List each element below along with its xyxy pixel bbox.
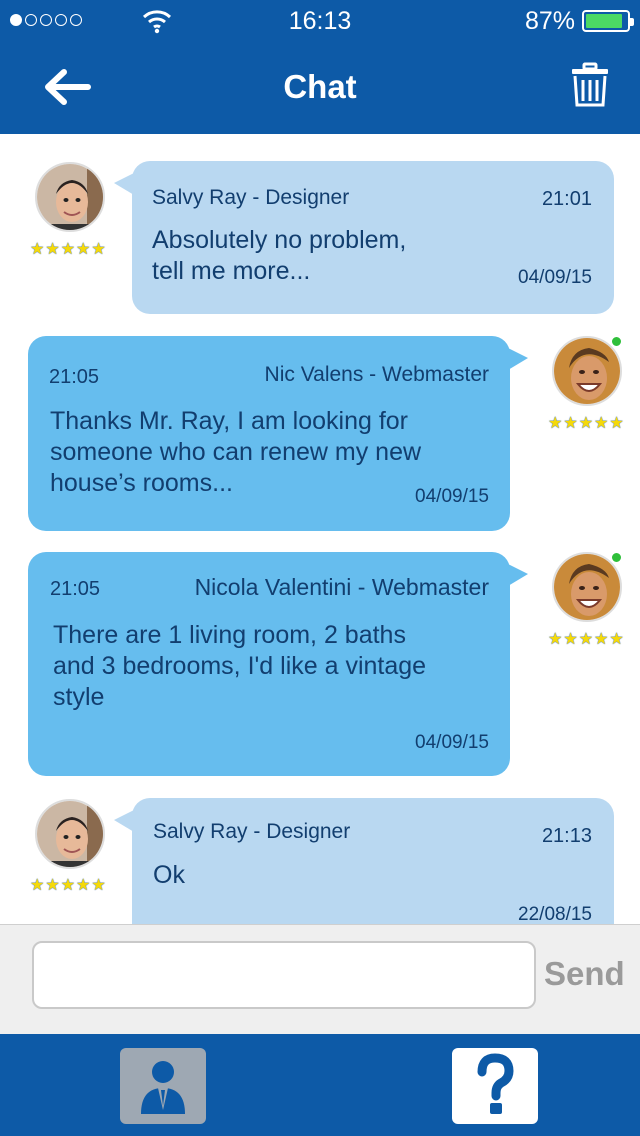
page-title: Chat [283,68,357,105]
avatar[interactable] [35,799,105,869]
trash-icon[interactable] [570,62,610,108]
message-time: 21:13 [541,825,592,847]
rating-stars: ★ ★ ★ ★ ★ [548,415,624,432]
chat-list[interactable]: ★ ★ ★ ★ ★ Salvy Ray - Designer 21:01 Absolut… [0,134,640,924]
rating-stars: ★ ★ ★ ★ ★ [30,241,106,258]
rating-stars: ★ ★ ★ ★ ★ [548,631,624,648]
message-bubble[interactable]: 21:05 Nicola Valentini - Webmaster There… [28,552,528,776]
bottom-tab-bar [0,1034,640,1136]
chat-message: ★ ★ ★ ★ ★ Salvy Ray - Designer 21:13 Ok 22/0… [0,794,640,924]
help-tab-button[interactable] [452,1048,538,1124]
message-time: 21:01 [541,188,592,210]
status-bar: 16:13 87% [0,0,640,40]
message-bubble[interactable]: 21:05 Nic Valens - Webmaster Thanks Mr. … [28,336,528,531]
chat-message: ★ ★ ★ ★ ★ Salvy Ray - Designer 21:01 Absolut… [0,134,640,324]
user-profile-icon [141,1061,185,1114]
battery-percent: 87% [524,7,575,35]
battery-icon [582,10,634,32]
message-bubble[interactable]: Salvy Ray - Designer 21:01 Absolutely no… [114,161,614,314]
message-date: 04/09/15 [415,732,489,753]
message-time: 21:05 [49,366,100,388]
message-time: 21:05 [50,578,101,600]
avatar-image [37,801,103,867]
question-mark-icon [477,1053,514,1114]
message-text: Absolutely no problem, tell me more... [152,226,407,285]
message-date: 22/08/15 [518,904,592,924]
avatar-image [554,338,620,404]
top-bar: 16:13 87% Chat [0,0,640,134]
message-sender: Salvy Ray - Designer [152,186,350,209]
avatar[interactable] [35,162,105,232]
online-status-indicator [610,335,623,348]
online-status-indicator [610,551,623,564]
message-text: There are 1 living room, 2 baths and 3 b… [53,621,427,711]
chat-message: 21:05 Nicola Valentini - Webmaster There… [0,550,640,780]
message-date: 04/09/15 [518,267,592,288]
message-sender: Nic Valens - Webmaster [264,363,489,386]
chat-message: 21:05 Nic Valens - Webmaster Thanks Mr. … [0,334,640,544]
rating-stars: ★ ★ ★ ★ ★ [30,877,106,894]
send-button[interactable]: Send [544,955,625,993]
avatar-image [554,554,620,620]
profile-tab-button[interactable] [120,1048,206,1124]
avatar-image [37,164,103,230]
message-text: Ok [153,861,185,889]
message-composer: Send [0,924,640,1034]
message-text: Thanks Mr. Ray, I am looking for someone… [50,407,422,497]
message-sender: Nicola Valentini - Webmaster [194,574,489,600]
message-input[interactable] [32,941,536,1009]
message-bubble[interactable]: Salvy Ray - Designer 21:13 Ok 22/08/15 [114,798,614,924]
message-sender: Salvy Ray - Designer [153,820,351,843]
message-date: 04/09/15 [415,486,489,507]
